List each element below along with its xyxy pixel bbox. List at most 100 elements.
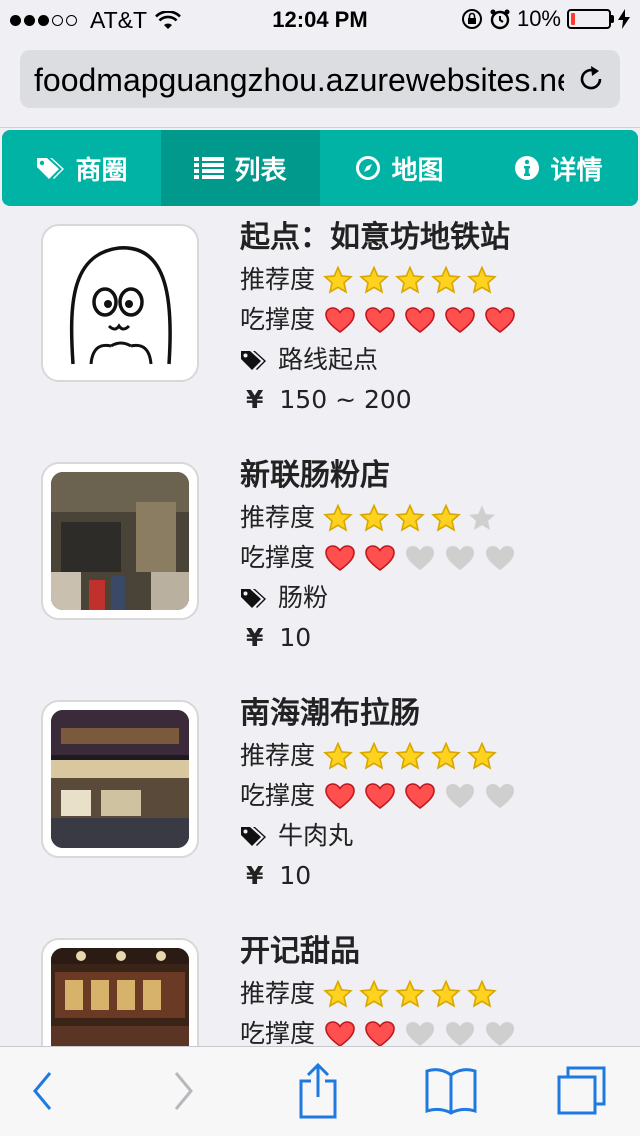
tab-detail[interactable]: 详情 xyxy=(479,130,638,206)
star-filled-icon xyxy=(431,266,461,294)
item-price: 150 ~ 200 xyxy=(279,385,412,414)
star-filled-icon xyxy=(431,504,461,532)
tag-icon xyxy=(241,827,266,846)
heart-filled-icon xyxy=(365,783,395,809)
heart-rating xyxy=(323,544,523,572)
recommend-label: 推荐度 xyxy=(240,265,316,294)
heart-empty-icon xyxy=(446,546,475,570)
star-rating xyxy=(323,742,503,770)
star-filled-icon xyxy=(323,504,353,532)
item-name: 新联肠粉店 xyxy=(240,458,390,493)
tab-list[interactable]: 列表 xyxy=(161,130,320,206)
list-item[interactable]: 开记甜品 推荐度 吃撑度 xyxy=(0,920,640,1046)
item-info: 起点：如意坊地铁站 推荐度 吃撑度 路线起点 ¥ 150 ~ 200 xyxy=(240,216,620,420)
price-row: ¥ 10 xyxy=(240,856,620,896)
star-rating xyxy=(323,980,503,1008)
signboard-photo-image xyxy=(51,948,189,1046)
recommend-row: 推荐度 xyxy=(240,974,620,1014)
heart-filled-icon xyxy=(365,307,395,333)
star-filled-icon xyxy=(395,980,425,1008)
price-row: ¥ 150 ~ 200 xyxy=(240,380,620,420)
filling-label: 吃撑度 xyxy=(240,543,316,572)
tag-icon xyxy=(241,589,266,608)
status-bar: AT&T 12:04 PM 10% xyxy=(0,0,640,40)
filling-label: 吃撑度 xyxy=(240,1019,316,1046)
list-item[interactable]: 南海潮布拉肠 推荐度 吃撑度 牛肉丸 ¥ 10 xyxy=(0,682,640,920)
url-text[interactable]: foodmapguangzhou.azurewebsites.net xyxy=(34,62,564,99)
heart-filled-icon xyxy=(445,307,475,333)
item-thumbnail xyxy=(41,462,199,620)
item-info: 新联肠粉店 推荐度 吃撑度 肠粉 ¥ 10 xyxy=(240,454,620,658)
recommend-row: 推荐度 xyxy=(240,736,620,776)
battery-percent: 10% xyxy=(516,6,561,31)
star-filled-icon xyxy=(323,742,353,770)
battery-icon xyxy=(567,9,614,29)
cartoon-drawing-image xyxy=(69,246,172,365)
heart-filled-icon xyxy=(325,1021,355,1046)
tab-district[interactable]: 商圈 xyxy=(2,130,161,206)
filling-label: 吃撑度 xyxy=(240,781,316,810)
filling-row: 吃撑度 xyxy=(240,300,620,340)
compass-icon xyxy=(356,156,381,180)
item-info: 开记甜品 推荐度 吃撑度 xyxy=(240,930,620,1046)
night-storefront-photo-image xyxy=(51,710,189,848)
currency-symbol: ¥ xyxy=(246,385,264,414)
list-icon xyxy=(194,157,225,179)
recommend-label: 推荐度 xyxy=(240,741,316,770)
list-item[interactable]: 新联肠粉店 推荐度 吃撑度 肠粉 ¥ 10 xyxy=(0,444,640,682)
filling-label: 吃撑度 xyxy=(240,305,316,334)
heart-empty-icon xyxy=(446,1022,475,1046)
heart-filled-icon xyxy=(325,783,355,809)
star-filled-icon xyxy=(395,742,425,770)
tab-map[interactable]: 地图 xyxy=(320,130,479,206)
tag-row: 肠粉 xyxy=(240,578,620,618)
alarm-icon xyxy=(490,9,510,30)
heart-rating xyxy=(323,1020,523,1046)
reload-icon[interactable] xyxy=(576,64,606,94)
heart-rating xyxy=(323,306,523,334)
heart-empty-icon xyxy=(406,1022,435,1046)
heart-filled-icon xyxy=(365,545,395,571)
item-price: 10 xyxy=(279,861,312,890)
heart-empty-icon xyxy=(486,784,515,808)
browser-address-area: foodmapguangzhou.azurewebsites.net xyxy=(0,40,640,128)
rotation-lock-icon xyxy=(461,9,482,29)
item-price: 10 xyxy=(279,623,312,652)
star-filled-icon xyxy=(359,504,389,532)
nav-tabs: 商圈 列表 地图 详情 xyxy=(2,130,638,206)
item-thumbnail xyxy=(41,938,199,1046)
share-icon[interactable] xyxy=(298,1063,338,1119)
heart-filled-icon xyxy=(325,307,355,333)
star-rating xyxy=(323,504,503,532)
tab-label: 列表 xyxy=(234,155,287,186)
item-name: 南海潮布拉肠 xyxy=(240,696,420,731)
price-row: ¥ 10 xyxy=(240,618,620,658)
heart-empty-icon xyxy=(406,546,435,570)
heart-rating xyxy=(323,782,523,810)
star-empty-icon xyxy=(469,505,495,530)
heart-empty-icon xyxy=(486,546,515,570)
restaurant-list: 起点：如意坊地铁站 推荐度 吃撑度 路线起点 ¥ 150 ~ 200 新联肠粉店… xyxy=(0,206,640,1046)
item-tag: 牛肉丸 xyxy=(278,821,354,850)
tab-label: 商圈 xyxy=(75,155,128,186)
star-filled-icon xyxy=(431,980,461,1008)
back-arrow-icon[interactable] xyxy=(30,1069,56,1113)
heart-empty-icon xyxy=(486,1022,515,1046)
forward-arrow-icon[interactable] xyxy=(170,1069,196,1113)
star-filled-icon xyxy=(323,266,353,294)
tabs-icon[interactable] xyxy=(556,1065,608,1117)
star-filled-icon xyxy=(359,266,389,294)
bookmarks-icon[interactable] xyxy=(424,1067,478,1115)
star-rating xyxy=(323,266,503,294)
heart-filled-icon xyxy=(405,307,435,333)
item-info: 南海潮布拉肠 推荐度 吃撑度 牛肉丸 ¥ 10 xyxy=(240,692,620,896)
star-filled-icon xyxy=(359,742,389,770)
list-item[interactable]: 起点：如意坊地铁站 推荐度 吃撑度 路线起点 ¥ 150 ~ 200 xyxy=(0,206,640,444)
star-filled-icon xyxy=(395,504,425,532)
heart-filled-icon xyxy=(325,545,355,571)
star-filled-icon xyxy=(467,742,497,770)
star-filled-icon xyxy=(431,742,461,770)
filling-row: 吃撑度 xyxy=(240,1014,620,1046)
address-bar[interactable]: foodmapguangzhou.azurewebsites.net xyxy=(20,50,620,108)
info-icon xyxy=(515,156,540,180)
